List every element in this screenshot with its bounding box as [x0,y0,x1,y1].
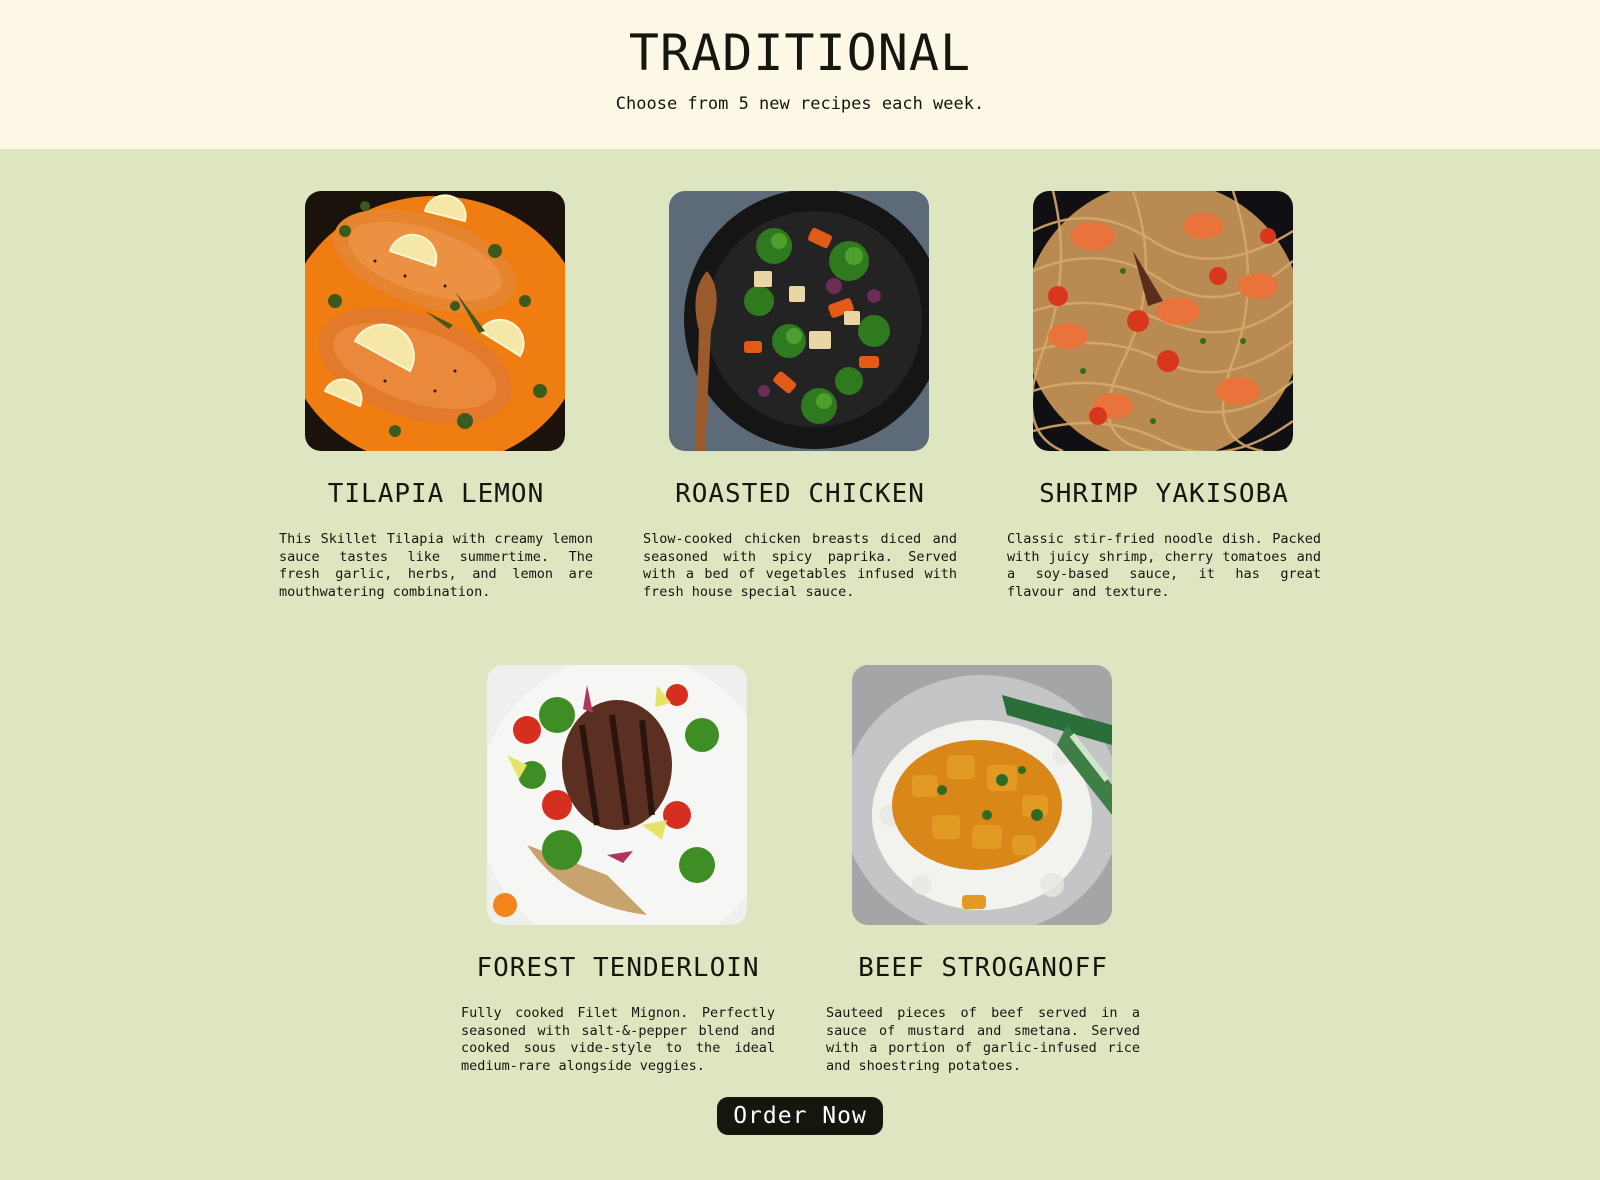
recipe-card-roasted-chicken: ROASTED CHICKEN Slow-cooked chicken brea… [643,191,957,601]
recipe-card-forest-tenderloin: FOREST TENDERLOIN Fully cooked Filet Mig… [461,665,775,1075]
recipes-section: TILAPIA LEMON This Skillet Tilapia with … [0,149,1600,1180]
recipe-description: Sauteed pieces of beef served in a sauce… [826,1005,1140,1074]
page-header: TRADITIONAL Choose from 5 new recipes ea… [0,0,1600,149]
recipe-description: This Skillet Tilapia with creamy lemon s… [279,531,593,600]
recipe-title: FOREST TENDERLOIN [476,953,760,983]
steak-salad-photo [487,665,747,925]
shrimp-noodles-photo [1033,191,1293,451]
recipe-title: SHRIMP YAKISOBA [1039,479,1289,509]
page-title: TRADITIONAL [628,24,972,82]
recipe-description: Classic stir-fried noodle dish. Packed w… [1007,531,1321,600]
recipe-card-beef-stroganoff: BEEF STROGANOFF Sauteed pieces of beef s… [826,665,1140,1075]
vegetable-skillet-photo [669,191,929,451]
order-now-button[interactable]: Order Now [717,1097,883,1135]
recipe-description: Fully cooked Filet Mignon. Perfectly sea… [461,1005,775,1074]
recipe-card-tilapia-lemon: TILAPIA LEMON This Skillet Tilapia with … [279,191,593,601]
page-subtitle: Choose from 5 new recipes each week. [615,94,985,114]
recipe-card-shrimp-yakisoba: SHRIMP YAKISOBA Classic stir-fried noodl… [1007,191,1321,601]
salmon-lemon-photo [305,191,565,451]
recipe-title: TILAPIA LEMON [327,479,545,509]
curry-rice-photo [852,665,1112,925]
recipe-title: BEEF STROGANOFF [858,953,1108,983]
recipe-title: ROASTED CHICKEN [675,479,925,509]
recipe-description: Slow-cooked chicken breasts diced and se… [643,531,957,600]
